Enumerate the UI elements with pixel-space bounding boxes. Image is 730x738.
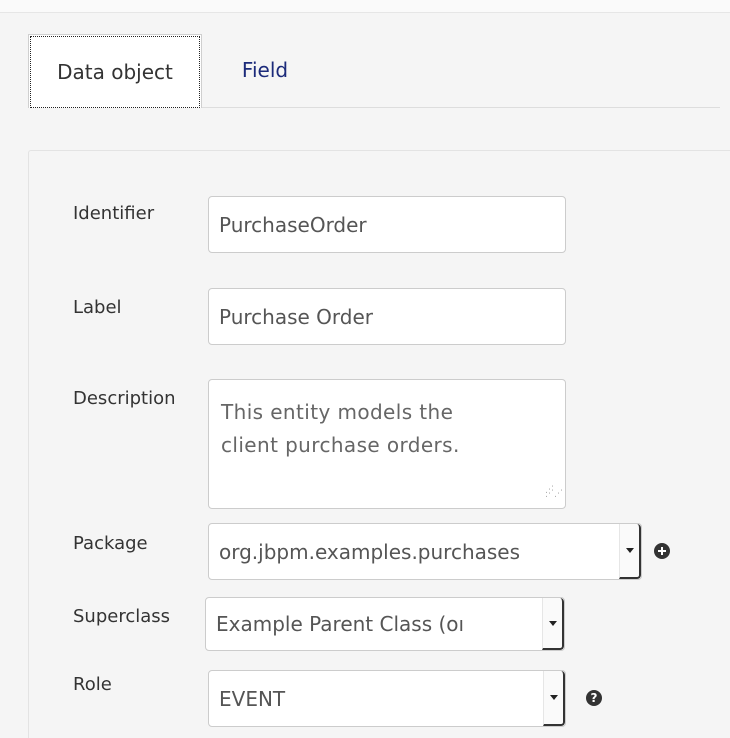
chevron-down-icon[interactable] <box>619 524 641 579</box>
add-circle-icon[interactable] <box>654 543 670 559</box>
tab-field-label: Field <box>241 58 289 82</box>
role-label: Role <box>73 674 112 695</box>
tab-data-object-label: Data object <box>57 59 173 84</box>
chevron-down-icon[interactable] <box>543 671 565 726</box>
description-label: Description <box>73 388 176 409</box>
top-divider <box>0 0 730 13</box>
superclass-value: Example Parent Class (oı <box>216 612 465 636</box>
role-select[interactable]: EVENT <box>208 670 566 727</box>
package-value: org.jbpm.examples.purchases <box>219 539 521 564</box>
description-value: This entity models the client purchase o… <box>221 400 460 457</box>
tab-field[interactable]: Field <box>202 34 328 106</box>
description-textarea[interactable]: This entity models the client purchase o… <box>208 379 566 509</box>
package-label: Package <box>73 533 148 554</box>
identifier-input[interactable]: PurchaseOrder <box>208 196 566 253</box>
data-object-editor: Data object Field Identifier PurchaseOrd… <box>0 0 730 738</box>
data-object-form-panel: Identifier PurchaseOrder Label Purchase … <box>28 150 730 738</box>
superclass-select[interactable]: Example Parent Class (oı <box>205 597 565 651</box>
identifier-label: Identifier <box>73 203 155 224</box>
help-circle-icon[interactable]: ? <box>586 690 602 706</box>
chevron-down-icon[interactable] <box>542 598 564 650</box>
tab-data-object[interactable]: Data object <box>28 34 202 108</box>
label-value: Purchase Order <box>219 304 374 329</box>
resize-grip-icon[interactable]: ⋰ ⋰⋰ <box>545 486 563 500</box>
role-value: EVENT <box>219 686 286 711</box>
identifier-value: PurchaseOrder <box>219 212 367 237</box>
superclass-label: Superclass <box>73 606 171 627</box>
label-input[interactable]: Purchase Order <box>208 288 566 345</box>
label-label: Label <box>73 297 122 318</box>
editor-tabs: Data object Field <box>28 34 720 108</box>
package-select[interactable]: org.jbpm.examples.purchases <box>208 523 642 580</box>
